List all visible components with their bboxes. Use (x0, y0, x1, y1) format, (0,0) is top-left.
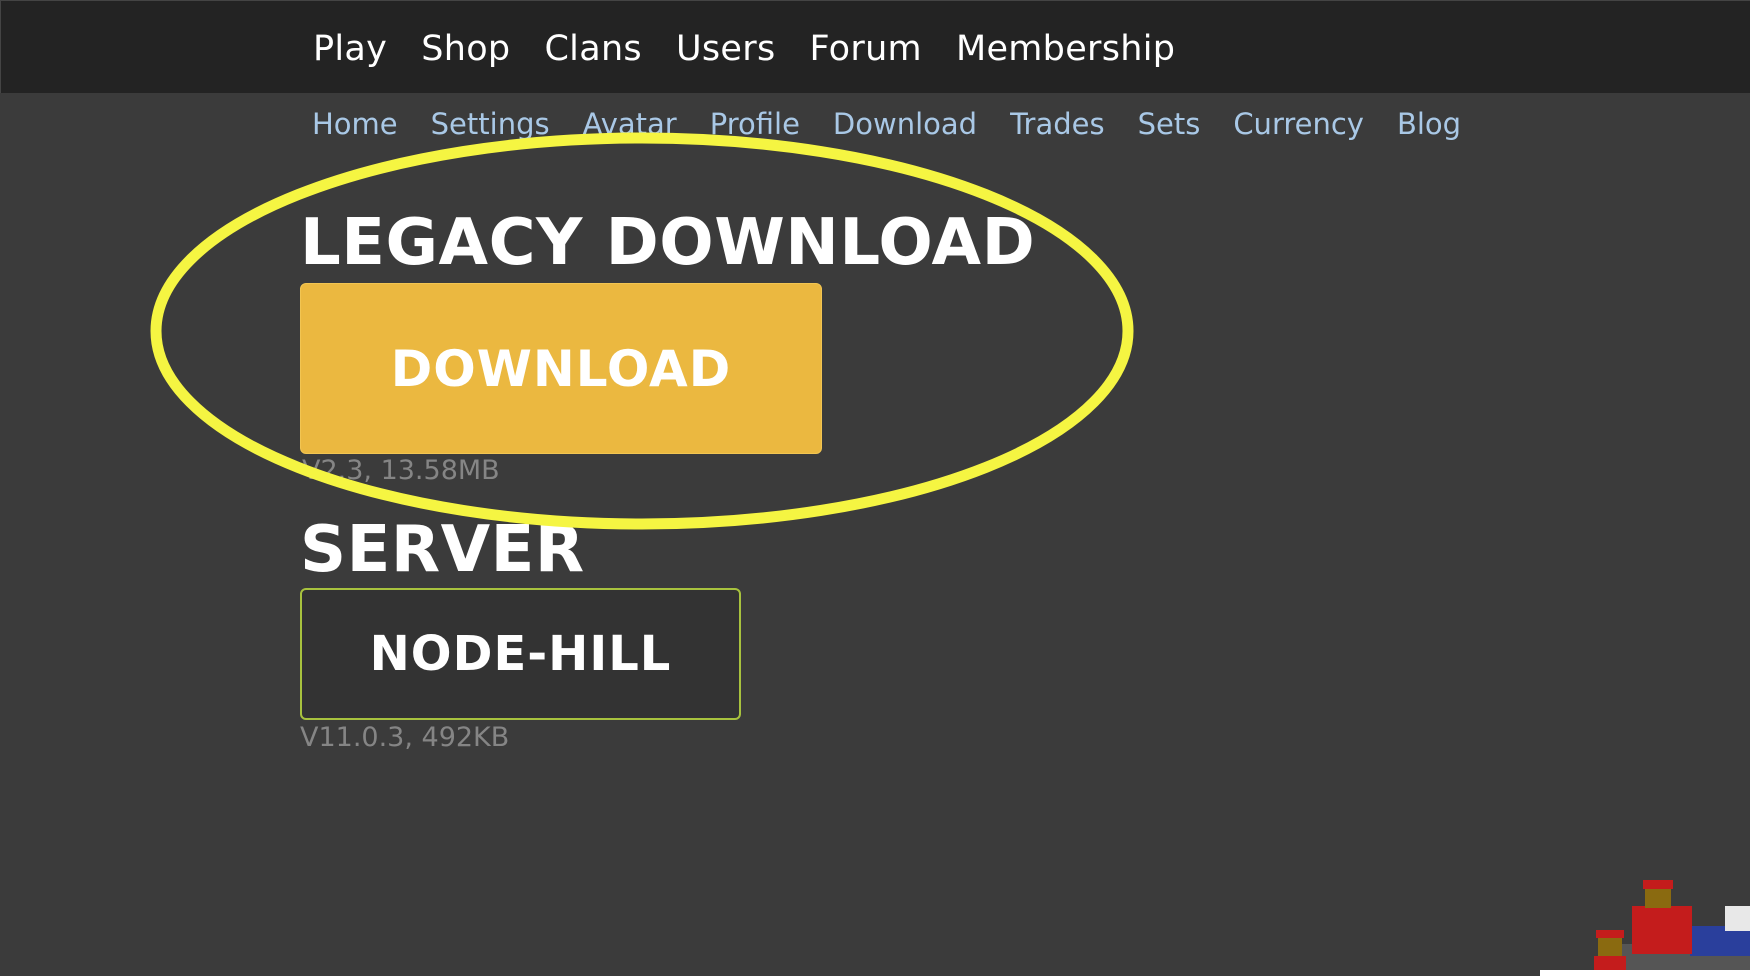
nav-membership[interactable]: Membership (956, 29, 1175, 69)
nav-users[interactable]: Users (676, 29, 776, 69)
primary-nav: Play Shop Clans Users Forum Membership (313, 29, 1175, 69)
page: Play Shop Clans Users Forum Membership H… (0, 0, 1750, 976)
top-navbar: Play Shop Clans Users Forum Membership (0, 0, 1750, 93)
legacy-download-button[interactable]: DOWNLOAD (300, 283, 822, 454)
nav-clans[interactable]: Clans (544, 29, 642, 69)
legacy-download-heading: LEGACY DOWNLOAD (300, 206, 1036, 280)
nav-shop[interactable]: Shop (421, 29, 510, 69)
subnav-profile[interactable]: Profile (710, 107, 800, 141)
subnav-avatar[interactable]: Avatar (583, 107, 677, 141)
secondary-nav: Home Settings Avatar Profile Download Tr… (312, 107, 1461, 141)
subnav-blog[interactable]: Blog (1397, 107, 1461, 141)
brick-figures-image (1540, 880, 1750, 976)
subnav-download[interactable]: Download (833, 107, 977, 141)
nav-forum[interactable]: Forum (809, 29, 921, 69)
subnav-trades[interactable]: Trades (1010, 107, 1105, 141)
server-version-info: V11.0.3, 492KB (300, 722, 510, 753)
nav-play[interactable]: Play (313, 29, 387, 69)
server-heading: SERVER (300, 513, 585, 587)
subnav-sets[interactable]: Sets (1138, 107, 1201, 141)
subnav-currency[interactable]: Currency (1233, 107, 1364, 141)
node-hill-download-button[interactable]: NODE-HILL (300, 588, 741, 720)
subnav-home[interactable]: Home (312, 107, 398, 141)
subnav-settings[interactable]: Settings (431, 107, 550, 141)
yellow-highlight-circle (150, 132, 1134, 530)
legacy-version-info: V2.3, 13.58MB (302, 455, 500, 486)
